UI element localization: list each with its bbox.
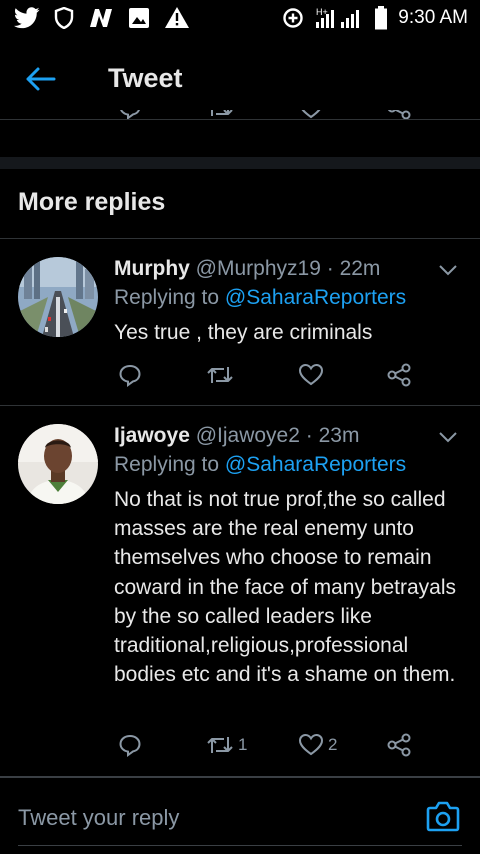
retweet-button[interactable]: 1 <box>206 733 247 757</box>
reply-composer <box>0 786 480 854</box>
data-saver-icon <box>282 7 304 29</box>
twitter-icon <box>14 6 40 29</box>
reply-meta: Ijawoye @Ijawoye2 · 23m <box>114 424 359 448</box>
replying-to-line: Replying to @SaharaReporters <box>114 286 406 310</box>
heart-icon <box>298 733 324 756</box>
arrow-left-icon <box>26 67 56 91</box>
retweet-icon <box>207 737 233 753</box>
meta-separator: · <box>326 257 334 280</box>
section-title: More replies <box>18 188 166 216</box>
gallery-icon <box>128 7 150 29</box>
share-button[interactable] <box>386 733 412 757</box>
replying-to-label: Replying to <box>114 453 225 476</box>
share-icon <box>387 733 411 757</box>
retweet-button[interactable] <box>206 363 238 387</box>
main-tweet-actions <box>0 110 480 134</box>
battery-icon <box>374 6 388 30</box>
camera-button[interactable] <box>425 800 461 834</box>
back-button[interactable] <box>24 66 58 92</box>
chevron-down-icon <box>439 432 457 443</box>
like-button[interactable] <box>298 363 328 387</box>
meta-separator: · <box>305 424 313 447</box>
user-name[interactable]: Murphy <box>114 257 190 280</box>
reply-button[interactable] <box>118 363 142 387</box>
mention-link[interactable]: @SaharaReporters <box>225 286 406 309</box>
reply-button[interactable] <box>118 733 142 757</box>
avatar[interactable] <box>18 257 98 337</box>
divider <box>0 119 480 120</box>
reply-icon <box>119 734 141 757</box>
mention-link[interactable]: @SaharaReporters <box>225 453 406 476</box>
user-handle[interactable]: @Ijawoye2 <box>196 424 300 447</box>
retweet-icon <box>207 367 233 383</box>
reply-input-underline <box>18 845 462 846</box>
share-button[interactable] <box>386 363 412 387</box>
status-time: 9:30 AM <box>398 7 468 28</box>
retweet-count: 1 <box>238 735 248 754</box>
page-title: Tweet <box>108 63 183 93</box>
reply-item[interactable]: Murphy @Murphyz19 · 22m Replying to @Sah… <box>0 239 480 405</box>
n-app-icon <box>88 7 114 29</box>
warning-icon <box>164 6 190 29</box>
replying-to-label: Replying to <box>114 286 225 309</box>
reply-text: No that is not true prof,the so called m… <box>114 488 457 687</box>
user-name[interactable]: Ijawoye <box>114 424 190 447</box>
more-options-button[interactable] <box>438 263 458 277</box>
replying-to-line: Replying to @SaharaReporters <box>114 453 406 477</box>
section-separator <box>0 157 480 169</box>
app-bar: Tweet <box>0 36 480 120</box>
user-handle[interactable]: @Murphyz19 <box>196 257 321 280</box>
reply-text: Yes true , they are criminals <box>114 321 373 344</box>
reply-meta: Murphy @Murphyz19 · 22m <box>114 257 380 281</box>
like-button[interactable]: 2 <box>298 733 337 757</box>
chevron-down-icon <box>439 265 457 276</box>
heart-icon <box>298 363 324 386</box>
reply-icon <box>119 364 141 387</box>
share-icon <box>387 363 411 387</box>
like-count: 2 <box>328 735 338 754</box>
reply-input[interactable] <box>18 805 398 831</box>
shield-icon <box>54 6 74 29</box>
person-avatar-image <box>18 424 98 504</box>
avatar[interactable] <box>18 424 98 504</box>
reply-item[interactable]: Ijawoye @Ijawoye2 · 23m Replying to @Sah… <box>0 406 480 776</box>
status-bar: H+ 9:30 AM <box>0 0 480 36</box>
timestamp: 23m <box>318 424 360 447</box>
signal-icon: H+ <box>314 6 364 30</box>
more-options-button[interactable] <box>438 430 458 444</box>
divider <box>0 776 480 778</box>
timestamp: 22m <box>339 257 381 280</box>
camera-icon <box>426 801 460 832</box>
city-avatar-image <box>18 257 98 337</box>
